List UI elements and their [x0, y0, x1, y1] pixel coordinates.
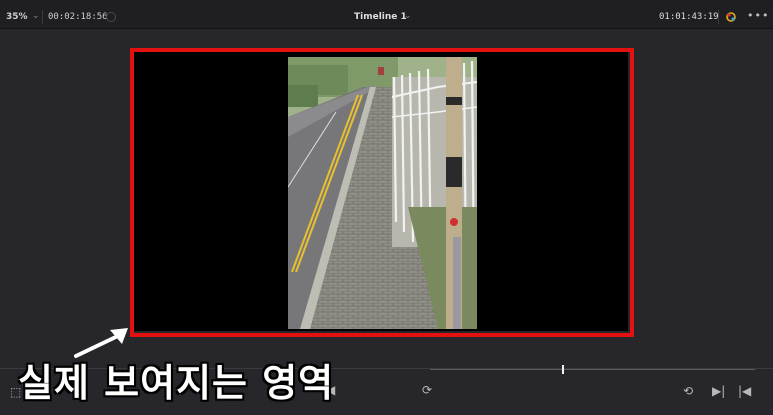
playhead-marker[interactable]	[562, 365, 564, 374]
overlay-caption: 실제 보여지는 영역	[18, 361, 335, 405]
divider	[42, 10, 43, 24]
highlight-rectangle	[130, 48, 634, 337]
skip-to-end-icon[interactable]: |◀	[738, 384, 751, 398]
divider	[718, 10, 719, 24]
timeline-title[interactable]: Timeline 1	[354, 12, 407, 22]
scrubber-range	[430, 369, 755, 370]
next-frame-icon[interactable]: ▶|	[712, 384, 725, 398]
viewer-header: 35% ⌄ 00:02:18:56 Timeline 1 ⌄ 01:01:43:…	[0, 6, 773, 29]
color-fx-icon[interactable]	[724, 10, 738, 24]
current-timecode: 01:01:43:19	[659, 12, 719, 22]
loop-toggle-icon[interactable]: ⟳	[422, 383, 432, 397]
loop-icon[interactable]: ⟲	[683, 384, 693, 398]
chevron-down-icon[interactable]: ⌄	[32, 11, 40, 21]
timeline-duration: 00:02:18:56	[48, 12, 108, 22]
status-dot-icon	[106, 12, 116, 22]
more-icon[interactable]: •••	[747, 9, 769, 22]
chevron-down-icon[interactable]: ⌄	[404, 11, 412, 21]
zoom-level[interactable]: 35%	[6, 12, 28, 22]
